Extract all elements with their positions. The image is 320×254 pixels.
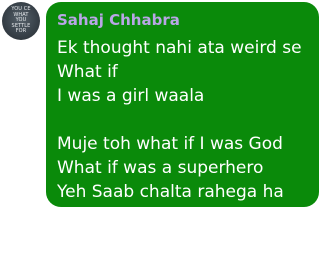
message-line: What if — [57, 62, 118, 82]
message-line: I was a girl waala — [57, 86, 205, 106]
message-body: Ek thought nahi ata weird se What if I w… — [57, 36, 309, 204]
avatar[interactable]: YOU CE WHAT YOU SETTLE FOR — [2, 2, 40, 40]
message-line: Ek thought nahi ata weird se — [57, 38, 302, 58]
sender-name[interactable]: Sahaj Chhabra — [57, 11, 309, 29]
message-line: What if was a superhero — [57, 158, 264, 178]
message-line: Muje toh what if I was God — [57, 134, 283, 154]
avatar-text-line: FOR — [15, 28, 27, 35]
message-bubble[interactable]: Sahaj Chhabra Ek thought nahi ata weird … — [46, 2, 319, 207]
message-line: Yeh Saab chalta rahega ha — [57, 182, 284, 202]
chat-message-row: YOU CE WHAT YOU SETTLE FOR Sahaj Chhabra… — [0, 0, 320, 254]
